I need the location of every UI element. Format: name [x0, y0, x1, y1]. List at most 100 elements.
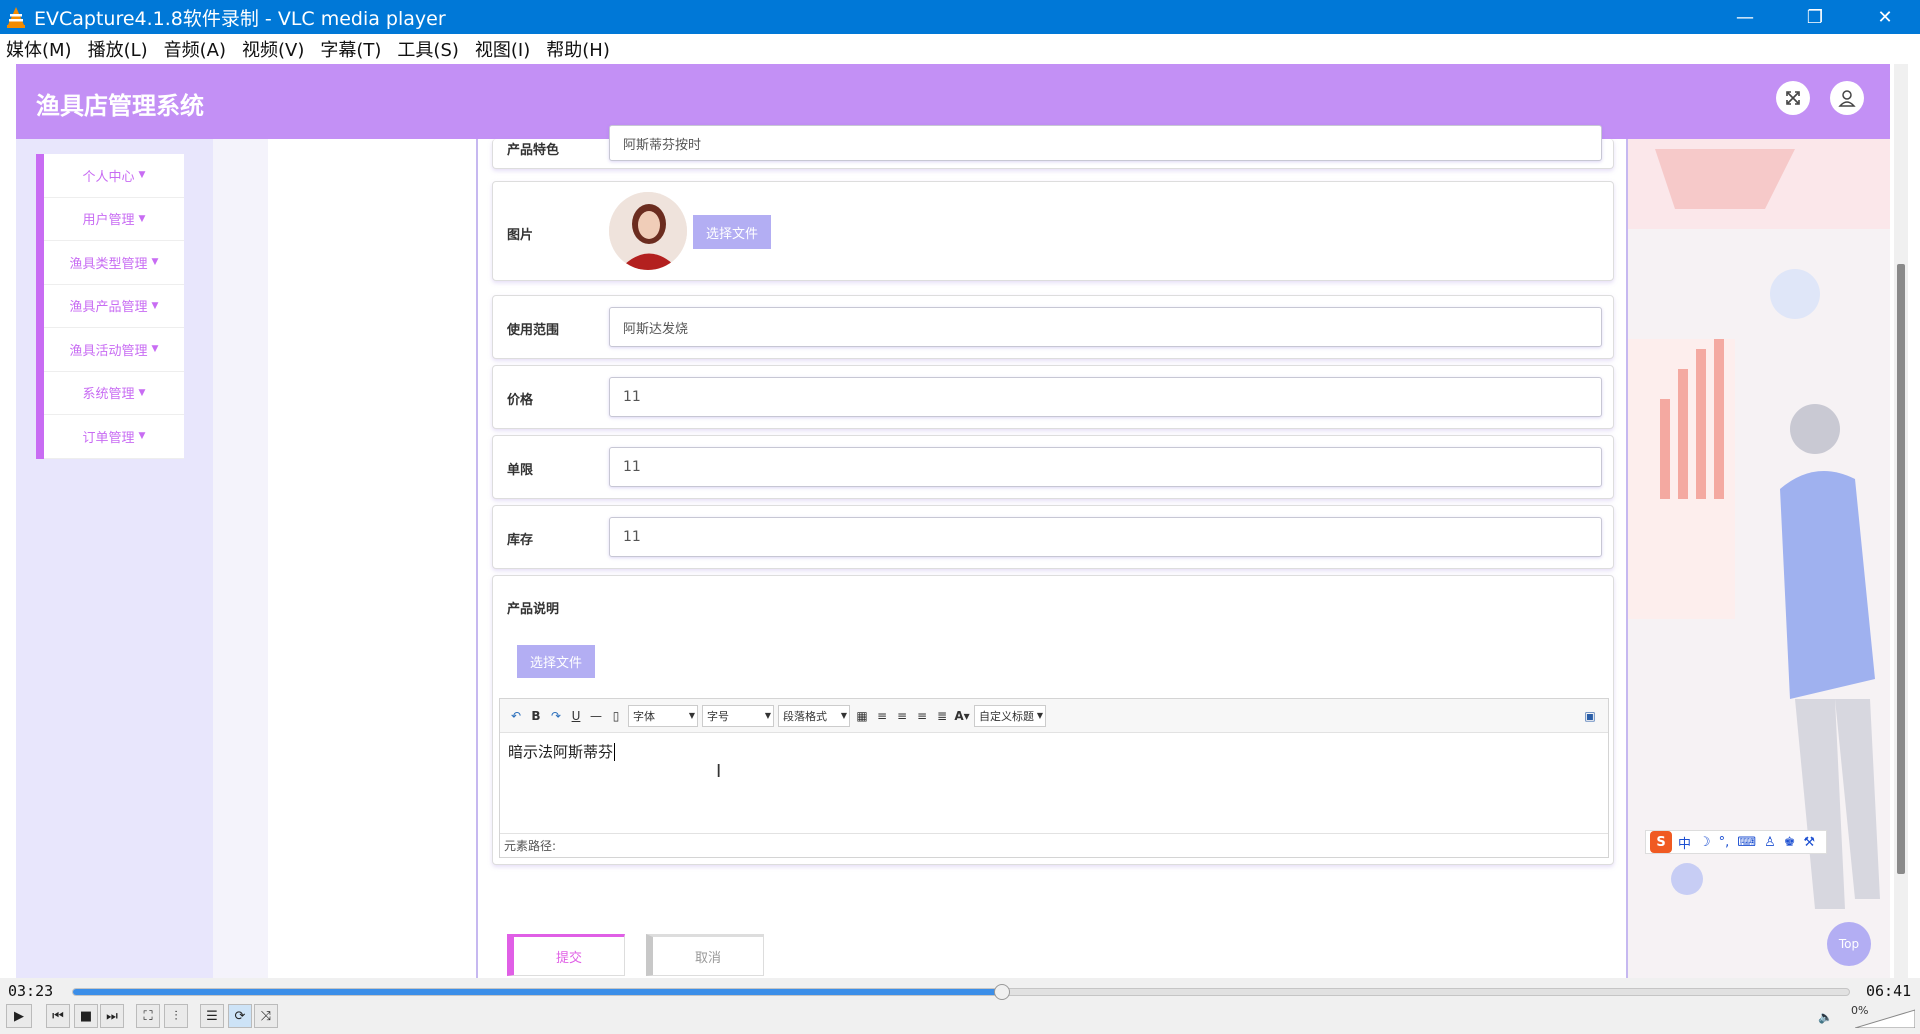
choose-file-button[interactable]: 选择文件 [517, 645, 595, 678]
form-row-image: 图片 选择文件 [492, 181, 1614, 281]
sidebar-item-system[interactable]: 系统管理 ▼ [44, 372, 184, 415]
sidebar-item-label: 渔具活动管理 [69, 343, 148, 359]
play-icon[interactable]: ▶ [6, 1004, 32, 1028]
fullscreen-toggle-icon[interactable]: ⛶ [136, 1004, 160, 1028]
element-path-bar: 元素路径: [500, 833, 1608, 857]
dropdown-arrow-icon: ▼ [688, 711, 695, 720]
seek-bar[interactable] [72, 984, 1850, 1000]
align-left-icon[interactable]: ≡ [872, 709, 892, 723]
moon-icon: ☽ [1699, 834, 1711, 850]
caret-down-icon: ▼ [151, 300, 159, 311]
sidebar-item-label: 渔具类型管理 [69, 256, 148, 272]
feature-input[interactable]: 阿斯蒂芬按时 [609, 125, 1602, 161]
limit-input[interactable]: 11 [609, 447, 1602, 487]
fullscreen-icon[interactable] [1776, 81, 1810, 115]
product-form: 产品特色 阿斯蒂芬按时 图片 选择文件 使用范围 阿斯达发烧 价格 11 单限 … [476, 125, 1628, 978]
stop-icon[interactable]: ■ [74, 1004, 98, 1028]
scrollbar-thumb[interactable] [1897, 264, 1905, 874]
undo-icon[interactable]: ↶ [506, 709, 526, 723]
speaker-icon[interactable]: 🔈 [1818, 1010, 1833, 1024]
feature-label: 产品特色 [507, 143, 560, 158]
form-row-scope: 使用范围 阿斯达发烧 [492, 295, 1614, 359]
wrench-icon: ⚒ [1803, 834, 1816, 850]
sidebar-item-user-management[interactable]: 用户管理 ▼ [44, 198, 184, 241]
align-center-icon[interactable]: ≡ [912, 709, 932, 723]
font-family-label: 字体 [633, 709, 655, 723]
shuffle-icon[interactable]: ⤨ [254, 1004, 278, 1028]
redo-icon[interactable]: ↷ [546, 709, 566, 723]
dropdown-arrow-icon: ▼ [1036, 711, 1043, 720]
table-icon[interactable]: ▦ [852, 709, 872, 723]
user-icon[interactable] [1830, 81, 1864, 115]
ime-toolbar[interactable]: S 中 ☽ °, ⌨ ♙ ♚ ⚒ [1645, 830, 1827, 854]
sidebar-item-label: 系统管理 [82, 387, 135, 403]
player-controls: 03:23 06:41 ▶ ⏮ ■ ⏭ ⛶ ⫶ ☰ ⟳ ⤨ 🔈 0% [0, 978, 1920, 1034]
window-titlebar: EVCapture4.1.8软件录制 - VLC media player — … [0, 0, 1920, 34]
sidebar-item-label: 渔具产品管理 [69, 300, 148, 316]
caret-down-icon: ▼ [151, 344, 159, 355]
menu-video[interactable]: 视频(V) [242, 36, 304, 62]
justify-icon[interactable]: ≣ [932, 709, 952, 723]
scope-input[interactable]: 阿斯达发烧 [609, 307, 1602, 347]
editor-content[interactable]: 暗示法阿斯蒂芬 [500, 733, 1608, 833]
sidebar-item-tackle-activity[interactable]: 渔具活动管理 ▼ [44, 328, 184, 372]
editor-toolbar: ↶ B ↷ U — ▯ 字体 ▼ 字号 ▼ 段落格式 ▼ ▦ ≡ ≡ ≡ ≣ A▾ 自… [500, 699, 1608, 733]
loop-icon[interactable]: ⟳ [228, 1004, 252, 1028]
price-input[interactable]: 11 [609, 377, 1602, 417]
paste-icon[interactable]: ▯ [606, 709, 626, 723]
next-icon[interactable]: ⏭ [100, 1004, 124, 1028]
sidebar-item-label: 订单管理 [82, 430, 135, 446]
paragraph-format-label: 段落格式 [783, 709, 827, 723]
sidebar-menu: 个人中心 ▼ 用户管理 ▼ 渔具类型管理 ▼ 渔具产品管理 ▼ 渔具活动管理 ▼ 系统管理… [36, 154, 184, 459]
editor-text: 暗示法阿斯蒂芬 [508, 743, 614, 761]
dropdown-arrow-icon: ▼ [840, 711, 847, 720]
playlist-icon[interactable]: ☰ [200, 1004, 224, 1028]
custom-title-select[interactable]: 自定义标题 ▼ [974, 704, 1046, 727]
menu-tools[interactable]: 工具(S) [397, 36, 458, 62]
video-area[interactable]: 渔具店管理系统 个人中心 ▼ 用户管理 ▼ 渔具类型管理 ▼ 渔具产品管理 ▼ 渔具活动… [0, 64, 1920, 978]
horizontal-rule-icon[interactable]: — [586, 709, 606, 723]
sidebar-item-tackle-type[interactable]: 渔具类型管理 ▼ [44, 241, 184, 285]
form-row-limit: 单限 11 [492, 435, 1614, 499]
close-button[interactable]: ✕ [1850, 0, 1920, 34]
minimize-button[interactable]: — [1710, 0, 1780, 34]
menu-audio[interactable]: 音频(A) [164, 36, 226, 62]
form-row-description: 产品说明 选择文件 ↶ B ↷ U — ▯ 字体 ▼ 字号 ▼ 段落格式 ▼ ▦ ≡ … [492, 575, 1614, 865]
extended-settings-icon[interactable]: ⫶ [164, 1004, 188, 1028]
page-scrollbar[interactable] [1894, 64, 1908, 978]
total-time: 06:41 [1866, 982, 1912, 1000]
back-to-top-button[interactable]: Top [1827, 922, 1871, 966]
bold-icon[interactable]: B [526, 709, 546, 723]
app-title: 渔具店管理系统 [36, 92, 204, 120]
font-family-select[interactable]: 字体 ▼ [628, 704, 698, 727]
menu-help[interactable]: 帮助(H) [546, 36, 610, 62]
font-color-icon[interactable]: A▾ [952, 709, 972, 723]
voice-icon: ♙ [1764, 834, 1776, 850]
paragraph-format-select[interactable]: 段落格式 ▼ [778, 704, 850, 727]
sidebar-item-tackle-product[interactable]: 渔具产品管理 ▼ [44, 285, 184, 328]
align-right-icon[interactable]: ≡ [892, 709, 912, 723]
restore-button[interactable]: ❐ [1780, 0, 1850, 34]
menu-subtitle[interactable]: 字幕(T) [320, 36, 381, 62]
underline-icon[interactable]: U [566, 709, 586, 723]
font-size-select[interactable]: 字号 ▼ [702, 704, 774, 727]
menu-view[interactable]: 视图(I) [475, 36, 530, 62]
fullscreen-editor-icon[interactable]: ▣ [1580, 709, 1600, 723]
sogou-logo-icon: S [1650, 831, 1672, 853]
menu-media[interactable]: 媒体(M) [6, 36, 72, 62]
seek-handle[interactable] [993, 984, 1010, 1000]
dropdown-arrow-icon: ▼ [764, 711, 771, 720]
menu-playback[interactable]: 播放(L) [88, 36, 148, 62]
form-row-stock: 库存 11 [492, 505, 1614, 569]
skin-icon: ♚ [1783, 834, 1796, 850]
choose-image-button[interactable]: 选择文件 [693, 215, 771, 249]
sidebar-item-personal-center[interactable]: 个人中心 ▼ [44, 154, 184, 198]
stock-input[interactable]: 11 [609, 517, 1602, 557]
caret-down-icon: ▼ [151, 257, 159, 268]
keyboard-icon: ⌨ [1737, 834, 1757, 850]
submit-button[interactable]: 提交 [507, 934, 625, 976]
previous-icon[interactable]: ⏮ [46, 1004, 70, 1028]
font-size-label: 字号 [707, 709, 729, 723]
cancel-button[interactable]: 取消 [646, 934, 764, 976]
sidebar-item-orders[interactable]: 订单管理 ▼ [44, 415, 184, 459]
